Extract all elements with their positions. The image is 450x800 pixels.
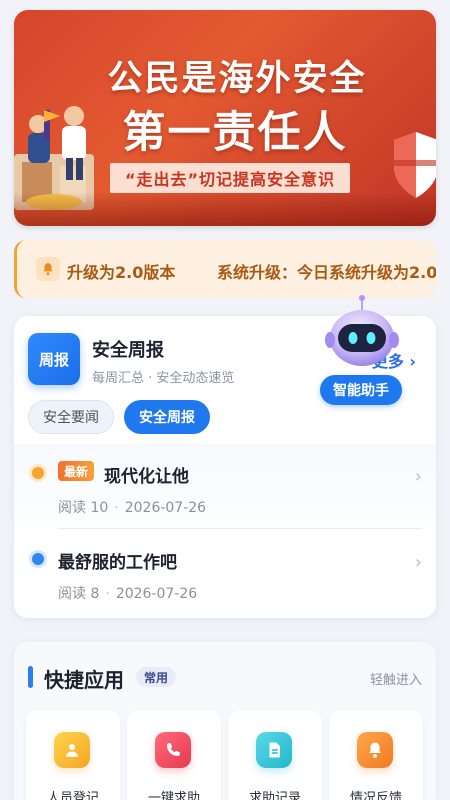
notice-marquee: 升级为2.0版本 系统升级：今日系统升级为2.0版本 [67,240,436,298]
document-icon [256,732,292,768]
system-notice-bar[interactable]: 升级为2.0版本 系统升级：今日系统升级为2.0版本 [14,240,436,298]
tab-safety-news[interactable]: 安全要闻 [28,400,114,434]
app-user-register[interactable]: 人员登记 [26,710,120,800]
article-date: 2026-07-26 [124,500,207,516]
article-reads: 阅读 10 [58,500,109,516]
chevron-right-icon: › [414,552,422,573]
notice-text-partial: 升级为2.0版本 [67,263,176,282]
assistant-button[interactable]: 智能助手 [320,375,402,405]
card-title: 安全周报 [92,340,164,361]
chevron-right-icon: › [414,466,422,487]
dot-icon [32,467,44,479]
article-title: 最舒服的工作吧 [58,553,177,573]
article-title: 现代化让他 [104,467,189,487]
article-meta: 阅读 10 · 2026-07-26 [58,500,207,516]
article-date: 2026-07-26 [115,586,198,602]
user-register-icon [54,732,90,768]
dot-icon [32,553,44,565]
section-title: 快捷应用 [44,668,124,692]
app-label: 人员登记 [46,791,99,800]
banner-slogan: “走出去”切记提高安全意识 [110,163,350,193]
notice-text: 系统升级：今日系统升级为2.0版本 [217,263,436,282]
section-hint: 轻触进入 [369,673,422,688]
banner-title-line2: 第一责任人 [122,108,348,158]
card-subtitle: 每周汇总 · 安全动态速览 [92,371,235,386]
quick-apps-section: 快捷应用 常用 轻触进入 人员登记 一键求助 求助记录 情况反馈 [14,642,436,800]
app-help-records[interactable]: 求助记录 [228,710,322,800]
hero-banner[interactable]: 公民是海外安全 第一责任人 “走出去”切记提高安全意识 [14,10,436,226]
list-item[interactable]: 最舒服的工作吧 阅读 8 · 2026-07-26 › [14,530,436,610]
divider [58,528,422,529]
banner-title-line1: 公民是海外安全 [107,59,367,99]
app-label: 求助记录 [248,791,301,800]
app-feedback[interactable]: 情况反馈 [329,710,423,800]
app-label: 情况反馈 [349,791,402,800]
article-list: 最新 现代化让他 阅读 10 · 2026-07-26 › 最舒服的工作吧 阅读 8… [14,444,436,618]
common-tag: 常用 [136,667,177,687]
article-meta: 阅读 8 · 2026-07-26 [58,586,198,602]
safety-weekly-card: 周报 安全周报 每周汇总 · 安全动态速览 更多 › 智能助手 安全要闻 安全周… [14,295,436,618]
bell-icon [357,732,393,768]
robot-assistant-icon[interactable] [324,294,400,374]
new-badge: 最新 [58,461,95,481]
weekly-badge-icon: 周报 [28,333,80,385]
article-reads: 阅读 8 [58,586,100,602]
section-accent-bar [28,666,33,688]
bell-icon [36,257,60,281]
tab-safety-weekly[interactable]: 安全周报 [124,400,210,434]
phone-sos-icon [155,732,191,768]
list-item[interactable]: 最新 现代化让他 阅读 10 · 2026-07-26 › [14,444,436,529]
app-label: 一键求助 [147,791,200,800]
app-one-click-help[interactable]: 一键求助 [127,710,221,800]
shield-icon [394,132,436,198]
